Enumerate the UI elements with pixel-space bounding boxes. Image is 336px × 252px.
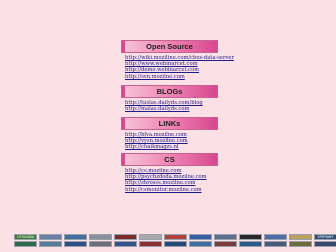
section-cs: CS http://cs.mozilne.com http://psychzdoda…: [121, 153, 218, 193]
badge-button[interactable]: [289, 241, 312, 247]
section-links: http://tuslas.dailyds.com/blog http://mal…: [125, 100, 218, 112]
badge-button[interactable]: [89, 234, 112, 240]
badge-button[interactable]: [214, 241, 237, 247]
badge-button[interactable]: [39, 234, 62, 240]
badge-button[interactable]: [264, 234, 287, 240]
link[interactable]: http://malas.dailyds.com: [125, 106, 218, 112]
badge-button[interactable]: [164, 234, 187, 240]
section-links: LINKs http://blva.mozilne.com http://vysn.…: [121, 117, 218, 151]
section-open-source: Open Source http://wiki.moziline.com/cbos…: [121, 40, 234, 80]
badge-button[interactable]: [214, 234, 237, 240]
section-links: http://wiki.moziline.com/cbos-data-serve…: [125, 55, 234, 80]
section-links: http://cs.mozilne.com http://psychzdoda.m…: [125, 168, 218, 193]
link[interactable]: http://chaikmagzs.nl: [125, 144, 218, 150]
link[interactable]: http://svn.mozilne.com: [125, 74, 218, 80]
badge-button[interactable]: [264, 241, 287, 247]
badge-button[interactable]: [89, 241, 112, 247]
badge-button[interactable]: [64, 234, 87, 240]
section-title: CS: [121, 153, 218, 166]
badge-row-1: LITHUANIA EPIPHANY: [14, 234, 336, 240]
badge-button[interactable]: [189, 234, 212, 240]
section-links: http://blva.mozilne.com http://vysn.mozil…: [125, 132, 218, 151]
badge-strip: LITHUANIA EPIPHANY: [14, 234, 336, 247]
badge-button[interactable]: [314, 241, 336, 247]
section-blogs: BLOGs http://tuslas.dailyds.com/blog http:…: [121, 85, 218, 112]
badge-button[interactable]: [114, 234, 137, 240]
badge-button[interactable]: [14, 241, 37, 247]
section-title: BLOGs: [121, 85, 218, 98]
badge-button[interactable]: LITHUANIA: [14, 234, 37, 240]
badge-button[interactable]: EPIPHANY: [314, 234, 336, 240]
badge-button[interactable]: [114, 241, 137, 247]
badge-button[interactable]: [39, 241, 62, 247]
badge-button[interactable]: [139, 241, 162, 247]
badge-button[interactable]: [164, 241, 187, 247]
badge-button[interactable]: [189, 241, 212, 247]
section-title: Open Source: [121, 40, 218, 53]
badge-button[interactable]: [289, 234, 312, 240]
section-title: LINKs: [121, 117, 218, 130]
badge-row-2: [14, 241, 336, 247]
badge-button[interactable]: [239, 234, 262, 240]
badge-button[interactable]: [64, 241, 87, 247]
link[interactable]: http://csmonitor.mozilne.com: [125, 187, 218, 193]
badge-button[interactable]: [239, 241, 262, 247]
badge-button[interactable]: [139, 234, 162, 240]
